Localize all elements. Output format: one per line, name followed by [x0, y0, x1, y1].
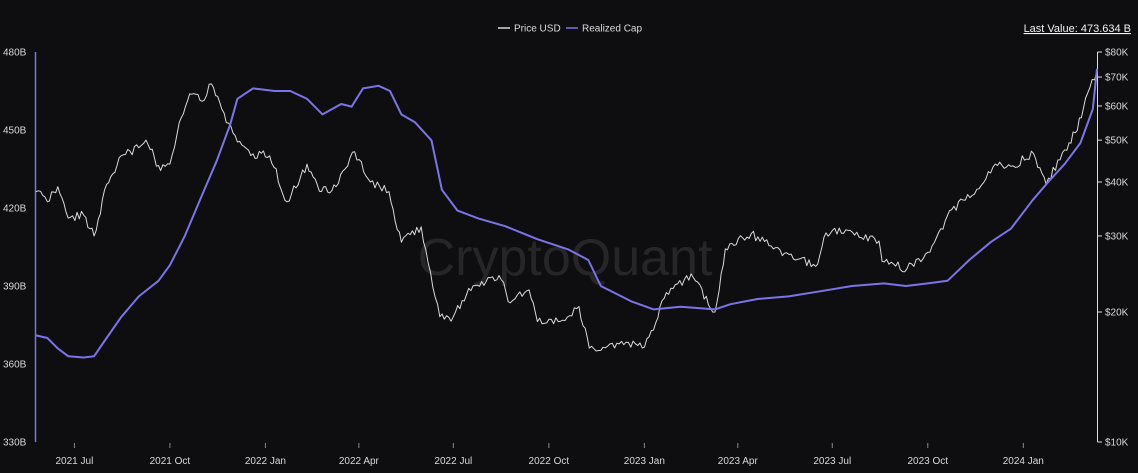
left-axis: 480B 450B 420B 390B 360B 330B [3, 48, 37, 449]
x-tick-label-2023-jan: 2023 Jan [624, 456, 665, 467]
left-tick-label-420b: 420B [3, 204, 27, 215]
x-tick-label-2023-oct: 2023 Oct [907, 456, 948, 467]
right-tick-label-80k: $80K [1105, 48, 1129, 59]
left-tick-label-450b: 450B [3, 126, 27, 137]
x-tick-label-2022-oct: 2022 Oct [529, 456, 570, 467]
right-tick-label-50k: $50K [1105, 136, 1129, 147]
legend-label-realized-cap: Realized Cap [582, 24, 642, 35]
x-axis: 2021 Jul 2021 Oct 2022 Jan 2022 Apr 2022 Jul… [56, 443, 1044, 467]
right-tick-label-60k: $60K [1105, 101, 1129, 112]
right-tick-label-70k: $70K [1105, 73, 1129, 84]
legend-label-price: Price USD [514, 24, 561, 35]
x-tick-label-2024-jan: 2024 Jan [1003, 456, 1044, 467]
series-line-realized-cap [35, 68, 1098, 359]
series-layer [35, 68, 1098, 359]
last-value-text[interactable]: Last Value: 473.634 B [1024, 23, 1131, 35]
right-tick-label-40k: $40K [1105, 178, 1129, 189]
x-tick-label-2023-jul: 2023 Jul [813, 456, 851, 467]
x-tick-label-2021-oct: 2021 Oct [150, 456, 191, 467]
left-tick-label-360b: 360B [3, 360, 27, 371]
left-tick-label-330b: 330B [3, 438, 27, 449]
x-tick-label-2022-jan: 2022 Jan [245, 456, 286, 467]
right-axis: $80K $70K $60K $50K $40K $30K $20K $10K [1097, 48, 1129, 449]
x-tick-label-2023-apr: 2023 Apr [718, 456, 759, 467]
right-tick-label-10k: $10K [1105, 438, 1129, 449]
right-tick-label-20k: $20K [1105, 308, 1129, 319]
x-tick-label-2021-jul: 2021 Jul [56, 456, 94, 467]
left-tick-label-390b: 390B [3, 282, 27, 293]
chart-canvas: CryptoQuant Price USD Realized Cap Last … [3, 23, 1131, 467]
watermark-text: CryptoQuant [418, 229, 713, 287]
legend: Price USD Realized Cap [498, 24, 642, 35]
x-tick-label-2022-apr: 2022 Apr [339, 456, 380, 467]
left-tick-label-480b: 480B [3, 48, 27, 59]
right-tick-label-30k: $30K [1105, 231, 1129, 242]
x-tick-label-2022-jul: 2022 Jul [434, 456, 472, 467]
